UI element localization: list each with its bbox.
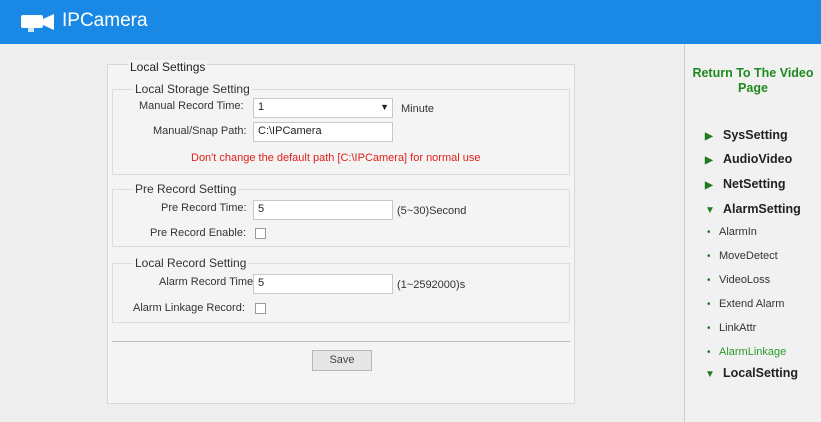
manual-snap-path-label: Manual/Snap Path:: [153, 125, 247, 137]
dropdown-arrow-icon: ▼: [380, 102, 389, 112]
sidebar-subitem-label: LinkAttr: [719, 322, 757, 334]
path-warning-text: Don't change the default path [C:\IPCame…: [191, 152, 481, 164]
bullet-icon: •: [707, 275, 711, 286]
alarm-record-time-unit: (1~2592000)s: [397, 279, 466, 291]
sidebar-subitem-alarmin[interactable]: • AlarmIn: [707, 226, 757, 238]
sidebar-subitem-movedetect[interactable]: • MoveDetect: [707, 250, 778, 262]
return-to-video-link[interactable]: Return To The Video Page: [685, 66, 821, 96]
sidebar-subitem-linkattr[interactable]: • LinkAttr: [707, 322, 756, 334]
bullet-icon: •: [707, 251, 711, 262]
alarm-record-time-input[interactable]: 5: [253, 274, 393, 294]
alarm-linkage-record-checkbox[interactable]: [255, 303, 266, 314]
local-record-group: Local Record Setting Alarm Record Time: …: [112, 256, 570, 323]
pre-record-time-label: Pre Record Time:: [161, 202, 247, 214]
sidebar-subitem-videoloss[interactable]: • VideoLoss: [707, 274, 770, 286]
manual-snap-path-input[interactable]: C:\IPCamera: [253, 122, 393, 142]
pre-record-time-unit: (5~30)Second: [397, 205, 467, 217]
local-record-title: Local Record Setting: [133, 256, 249, 270]
sidebar-item-label: AlarmSetting: [723, 202, 801, 216]
sidebar-item-netsetting[interactable]: ▶ NetSetting: [705, 177, 786, 191]
sidebar-item-localsetting[interactable]: ▼ LocalSetting: [705, 366, 798, 380]
sidebar-item-label: NetSetting: [723, 177, 786, 191]
sidebar-nav: Return To The Video Page ▶ SysSetting ▶ Au…: [685, 44, 821, 422]
bullet-icon: •: [707, 347, 711, 358]
save-button[interactable]: Save: [312, 350, 372, 371]
sidebar-item-alarmsetting[interactable]: ▼ AlarmSetting: [705, 202, 801, 216]
app-title: IPCamera: [62, 10, 148, 31]
manual-record-time-select[interactable]: 1 ▼: [253, 98, 393, 118]
top-header-bar: IPCamera: [0, 0, 821, 44]
panel-title: Local Settings: [128, 60, 208, 74]
alarm-linkage-record-label: Alarm Linkage Record:: [133, 302, 245, 314]
camera-logo-icon: [21, 14, 54, 32]
sidebar-item-label: LocalSetting: [723, 366, 799, 380]
local-storage-title: Local Storage Setting: [133, 82, 252, 96]
collapse-arrow-icon: ▼: [705, 369, 715, 380]
sidebar-subitem-label: AlarmLinkage: [719, 346, 787, 358]
pre-record-enable-label: Pre Record Enable:: [150, 227, 246, 239]
local-settings-panel: Local Settings Local Storage Setting Man…: [107, 60, 575, 404]
expand-arrow-icon: ▶: [705, 131, 713, 142]
collapse-arrow-icon: ▼: [705, 205, 715, 216]
sidebar-subitem-label: VideoLoss: [719, 274, 771, 286]
sidebar-subitem-label: AlarmIn: [719, 226, 757, 238]
alarm-record-time-label: Alarm Record Time:: [159, 276, 257, 288]
pre-record-title: Pre Record Setting: [133, 182, 239, 196]
manual-record-time-label: Manual Record Time:: [139, 100, 244, 112]
sidebar-subitem-label: MoveDetect: [719, 250, 778, 262]
expand-arrow-icon: ▶: [705, 155, 713, 166]
sidebar-item-label: SysSetting: [723, 128, 788, 142]
pre-record-time-input[interactable]: 5: [253, 200, 393, 220]
pre-record-group: Pre Record Setting Pre Record Time: 5 (5…: [112, 182, 570, 247]
sidebar-item-label: AudioVideo: [723, 152, 793, 166]
manual-record-time-unit: Minute: [401, 103, 435, 115]
sidebar-subitem-label: Extend Alarm: [719, 298, 785, 310]
sidebar-item-audiovideo[interactable]: ▶ AudioVideo: [705, 152, 792, 166]
sidebar-subitem-alarmlinkage[interactable]: • AlarmLinkage: [707, 346, 786, 358]
manual-record-time-value: 1: [258, 101, 265, 113]
bullet-icon: •: [707, 323, 711, 334]
sidebar-item-syssetting[interactable]: ▶ SysSetting: [705, 128, 788, 142]
local-storage-group: Local Storage Setting Manual Record Time…: [112, 82, 570, 175]
divider-line: [112, 341, 570, 342]
bullet-icon: •: [707, 299, 711, 310]
sidebar-subitem-extend-alarm[interactable]: • Extend Alarm: [707, 298, 784, 310]
expand-arrow-icon: ▶: [705, 180, 713, 191]
pre-record-enable-checkbox[interactable]: [255, 228, 266, 239]
bullet-icon: •: [707, 227, 711, 238]
